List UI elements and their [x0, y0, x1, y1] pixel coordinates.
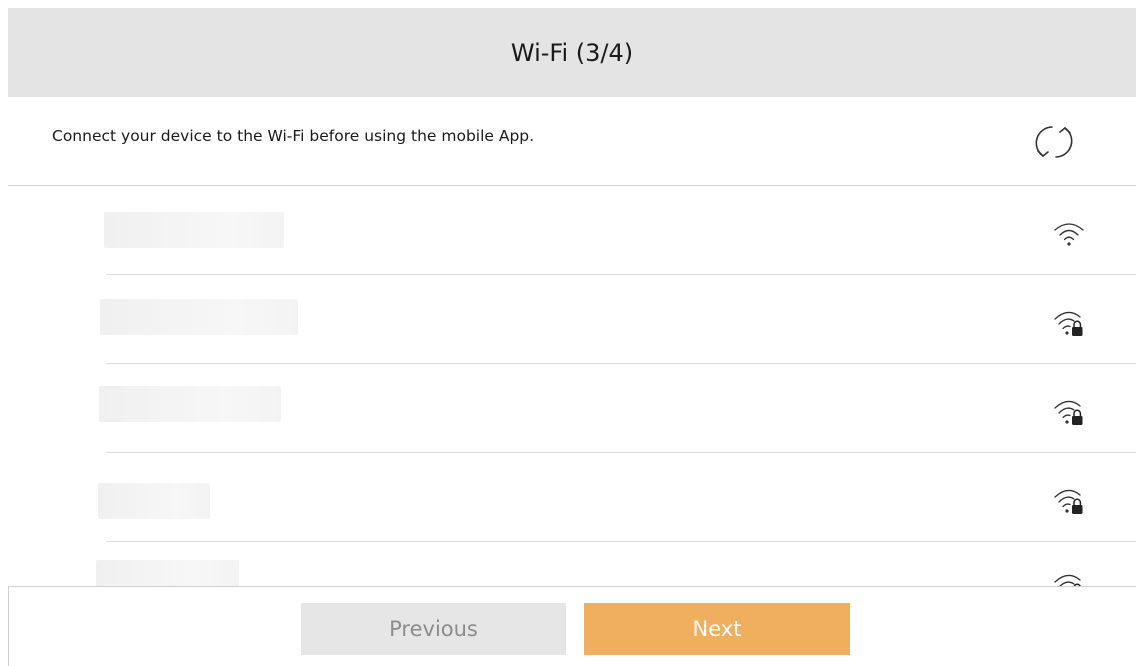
title-bar: Wi-Fi (3/4)	[8, 8, 1136, 97]
footer-bar	[8, 586, 1136, 666]
wifi-network-item[interactable]	[0, 453, 1136, 542]
wifi-lock-icon	[1054, 400, 1083, 425]
network-name	[98, 483, 210, 519]
wifi-lock-icon	[1054, 574, 1081, 586]
wifi-network-item[interactable]	[0, 364, 1136, 453]
network-name	[104, 212, 284, 248]
wifi-network-item[interactable]	[0, 186, 1136, 275]
network-name	[100, 299, 298, 335]
instruction-text: Connect your device to the Wi-Fi before …	[52, 127, 535, 145]
info-row: Connect your device to the Wi-Fi before …	[8, 97, 1136, 186]
wifi-lock-icon	[1054, 311, 1083, 336]
wifi-network-list[interactable]	[0, 186, 1136, 586]
next-button[interactable]: Next	[584, 603, 850, 655]
refresh-button[interactable]	[1030, 120, 1078, 164]
network-name	[99, 386, 281, 422]
wifi-icon	[1054, 223, 1084, 246]
wifi-lock-icon	[1054, 489, 1083, 514]
page-title: Wi-Fi (3/4)	[510, 38, 634, 67]
refresh-icon	[1035, 126, 1073, 158]
network-name	[96, 560, 239, 586]
wifi-network-item[interactable]	[0, 542, 1136, 586]
wifi-network-item[interactable]	[0, 275, 1136, 364]
previous-button[interactable]: Previous	[301, 603, 566, 655]
